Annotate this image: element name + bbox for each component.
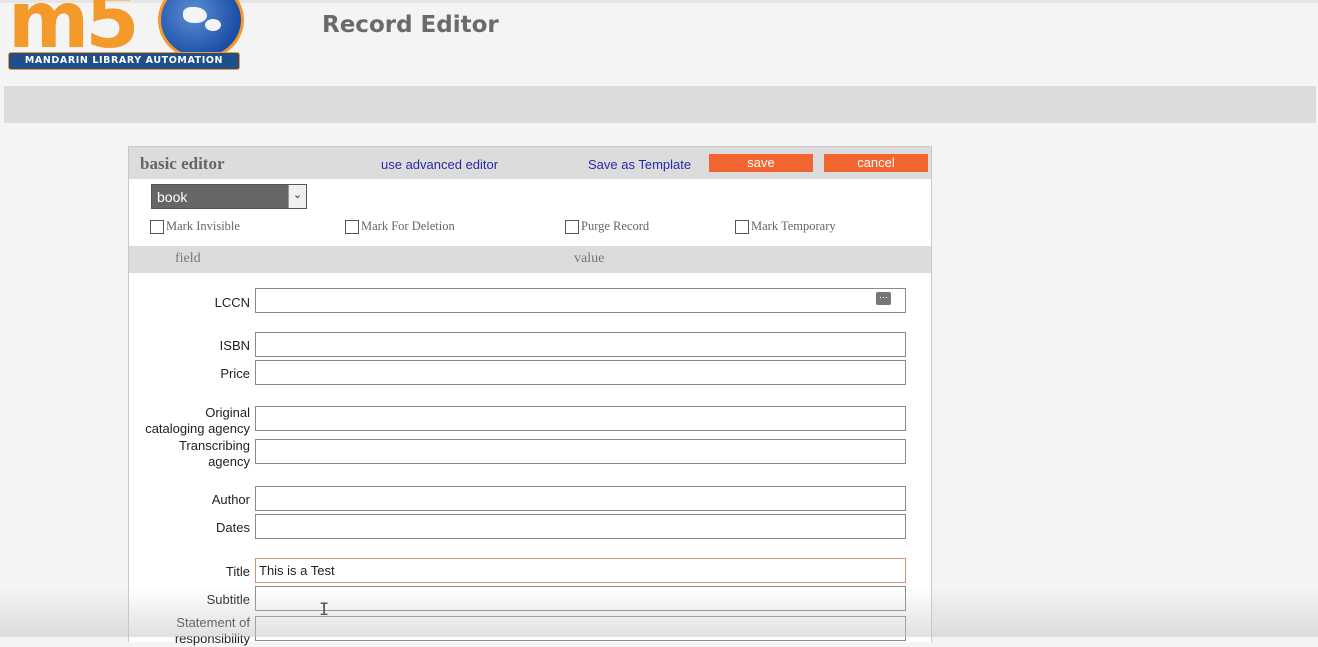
value-column-label: value [574,251,605,266]
cancel-button[interactable]: cancel [824,154,928,172]
statement-of-responsibility-input[interactable] [255,616,906,641]
statement-of-responsibility-label: Statement of responsibility [174,615,250,646]
mark-invisible-checkbox[interactable]: Mark Invisible [150,219,240,234]
checkbox-label: Mark For Deletion [361,219,455,233]
original-cataloging-agency-input[interactable] [255,406,906,431]
lookup-icon[interactable]: ⋯ [876,292,891,305]
isbn-label: ISBN [219,338,250,353]
dates-input[interactable] [255,514,906,539]
title-label: Title [225,564,250,579]
checkbox-icon[interactable] [735,219,749,234]
save-button[interactable]: save [709,154,813,172]
transcribing-agency-input[interactable] [255,439,906,464]
original-cataloging-agency-label: Original cataloging agency [145,405,250,436]
column-header: field value [129,246,931,273]
text-cursor-icon: I [319,600,330,620]
purge-record-checkbox[interactable]: Purge Record [565,219,649,234]
checkbox-label: Mark Invisible [166,219,240,233]
lccn-label: LCCN [214,295,250,310]
checkbox-icon[interactable] [345,219,359,234]
editor-header: basic editor use advanced editor Save as… [129,147,931,179]
isbn-input[interactable] [255,332,906,357]
lccn-input[interactable]: ⋯ [255,288,906,313]
logo-tagline: MANDARIN LIBRARY AUTOMATION [8,52,240,70]
globe-icon [158,0,244,60]
author-label: Author [211,492,250,507]
page-title: Record Editor [322,12,499,38]
mark-temporary-checkbox[interactable]: Mark Temporary [735,219,836,234]
use-advanced-editor-link[interactable]: use advanced editor [381,157,498,172]
m5-logo: m5 MANDARIN LIBRARY AUTOMATION [8,0,244,72]
logo-wordmark: m5 [8,0,140,66]
chevron-down-icon[interactable]: ⌄ [288,185,306,208]
checkbox-label: Purge Record [581,219,650,233]
subtitle-label: Subtitle [206,592,250,607]
basic-editor-panel: basic editor use advanced editor Save as… [128,146,932,646]
save-as-template-link[interactable]: Save as Template [588,157,691,172]
nav-bar [4,86,1316,123]
checkbox-icon[interactable] [565,219,579,234]
field-column-label: field [175,251,201,266]
checkbox-icon[interactable] [150,219,164,234]
title-input[interactable]: This is a Test [255,558,906,583]
price-label: Price [220,366,250,381]
price-input[interactable] [255,360,906,385]
material-type-select[interactable]: book ⌄ [151,184,307,209]
editor-title: basic editor [140,154,225,173]
dates-label: Dates [216,520,250,535]
mark-for-deletion-checkbox[interactable]: Mark For Deletion [345,219,455,234]
subtitle-input[interactable] [255,586,906,611]
material-type-value: book [157,189,188,205]
author-input[interactable] [255,486,906,511]
checkbox-label: Mark Temporary [751,219,836,233]
transcribing-agency-label: Transcribing agency [178,438,250,469]
